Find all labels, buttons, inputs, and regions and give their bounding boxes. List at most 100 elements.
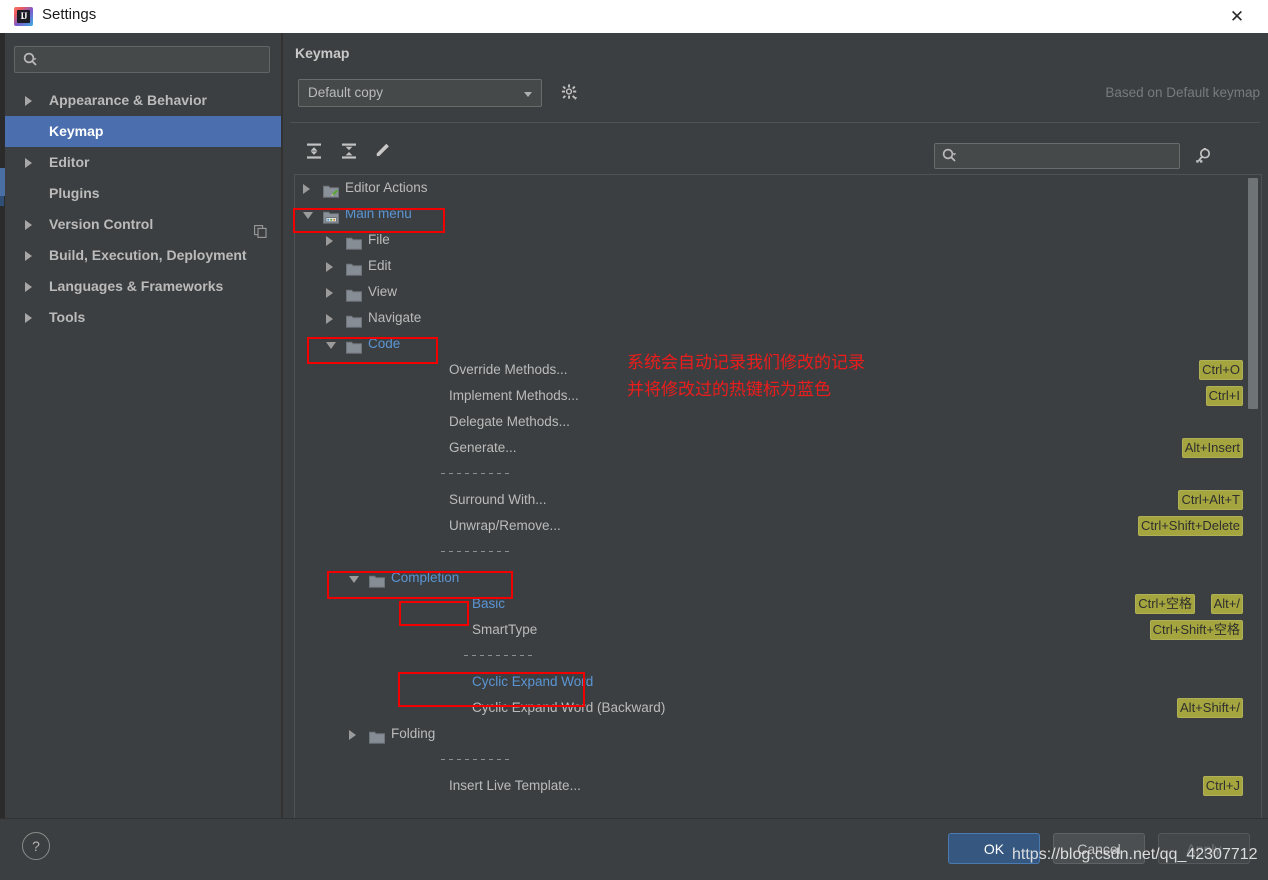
sidebar-item-editor[interactable]: Editor: [5, 147, 281, 178]
folder-icon: [346, 233, 362, 250]
tree-row-label: SmartType: [472, 622, 538, 637]
sidebar-item-plugins[interactable]: Plugins: [5, 178, 281, 209]
tree-row-label: Delegate Methods...: [449, 414, 570, 429]
sidebar-item-keymap[interactable]: Keymap: [5, 116, 281, 147]
watermark-text: https://blog.csdn.net/qq_42307712: [1012, 846, 1258, 863]
shortcut-badge[interactable]: Ctrl+空格: [1135, 594, 1195, 614]
tree-row[interactable]: Main menu: [295, 201, 1261, 227]
page-title: Keymap: [295, 45, 350, 61]
folder-icon: [346, 259, 362, 276]
expand-all-icon[interactable]: [300, 137, 328, 165]
sidebar-item-label: Version Control: [49, 216, 154, 232]
chevron-right-icon[interactable]: [25, 220, 32, 230]
sidebar-item-tools[interactable]: Tools: [5, 302, 281, 333]
separator-line: [464, 655, 536, 656]
tree-row[interactable]: Edit: [295, 253, 1261, 279]
sidebar-item-appearance-behavior[interactable]: Appearance & Behavior: [5, 85, 281, 116]
title-bar: IJ Settings ✕: [0, 0, 1268, 33]
folder-icon: [346, 285, 362, 302]
tree-separator: [295, 747, 1261, 773]
settings-window: IJ Settings ✕ Appearance & Behavior Keyma…: [0, 0, 1268, 880]
tree-row[interactable]: Folding: [295, 721, 1261, 747]
tree-row-label: Navigate: [368, 310, 422, 325]
shortcut-badge[interactable]: Alt+Insert: [1181, 438, 1243, 458]
shortcut-badge[interactable]: Ctrl+Shift+Delete: [1138, 516, 1243, 536]
tree-row[interactable]: Delegate Methods...: [295, 409, 1261, 435]
tree-row[interactable]: Generate... Alt+Insert: [295, 435, 1261, 461]
tree-row[interactable]: View: [295, 279, 1261, 305]
separator-line: [441, 551, 513, 552]
tree-row[interactable]: Insert Live Template... Ctrl+J: [295, 773, 1261, 799]
tree-row[interactable]: Surround With... Ctrl+Alt+T: [295, 487, 1261, 513]
tree-row[interactable]: SmartType Ctrl+Shift+空格: [295, 617, 1261, 643]
chevron-right-icon[interactable]: [25, 158, 32, 168]
find-shortcut-icon[interactable]: [1194, 146, 1214, 166]
shortcut-badge[interactable]: Alt+Shift+/: [1177, 698, 1243, 718]
shortcut-badge[interactable]: Ctrl+J: [1202, 776, 1243, 796]
chevron-down-icon[interactable]: [326, 342, 336, 349]
sidebar-item-label: Languages & Frameworks: [49, 278, 224, 294]
chevron-right-icon[interactable]: [303, 184, 310, 194]
sidebar-item-build-execution-deployment[interactable]: Build, Execution, Deployment: [5, 240, 281, 271]
tree-separator: [295, 643, 1261, 669]
tree-row-label: Surround With...: [449, 492, 547, 507]
sidebar-divider: [281, 33, 283, 818]
shortcut-badge[interactable]: Ctrl+O: [1199, 360, 1243, 380]
gear-icon[interactable]: [560, 83, 580, 103]
tree-row[interactable]: Cyclic Expand Word (Backward) Alt+Shift+/: [295, 695, 1261, 721]
tree-row[interactable]: File: [295, 227, 1261, 253]
tree-row[interactable]: Completion: [295, 565, 1261, 591]
folder-icon: [369, 727, 385, 744]
chevron-right-icon[interactable]: [349, 730, 356, 740]
collapse-all-icon[interactable]: [335, 137, 363, 165]
sidebar-item-label: Appearance & Behavior: [49, 92, 207, 108]
shortcut-badge-secondary[interactable]: Alt+/: [1210, 594, 1243, 614]
chevron-down-icon[interactable]: [349, 576, 359, 583]
sidebar-item-version-control[interactable]: Version Control: [5, 209, 281, 240]
tree-row[interactable]: Basic Ctrl+空格 Alt+/: [295, 591, 1261, 617]
tree-row-label: File: [368, 232, 390, 247]
edit-pencil-icon[interactable]: [368, 137, 396, 165]
sidebar-item-languages-frameworks[interactable]: Languages & Frameworks: [5, 271, 281, 302]
tree-scrollbar[interactable]: [1248, 178, 1258, 844]
chevron-down-icon[interactable]: [303, 212, 313, 219]
chevron-right-icon[interactable]: [25, 282, 32, 292]
close-icon[interactable]: ✕: [1214, 0, 1260, 33]
keymap-select[interactable]: Default copy: [298, 79, 542, 107]
settings-sidebar: Appearance & Behavior Keymap Editor Plugins…: [5, 33, 281, 818]
help-button[interactable]: ?: [22, 832, 50, 860]
folder-icon: [369, 571, 385, 588]
based-on-label: Based on Default keymap: [1105, 85, 1260, 100]
shortcut-badge[interactable]: Ctrl+Alt+T: [1178, 490, 1243, 510]
chevron-right-icon[interactable]: [326, 314, 333, 324]
copy-icon: [254, 218, 267, 238]
chevron-right-icon[interactable]: [326, 262, 333, 272]
window-title: Settings: [42, 6, 97, 23]
tree-row-label: Main menu: [345, 206, 412, 221]
search-icon: [941, 147, 959, 165]
sidebar-item-list: Appearance & Behavior Keymap Editor Plugins…: [5, 85, 281, 333]
tree-row[interactable]: Cyclic Expand Word: [295, 669, 1261, 695]
sidebar-search-input[interactable]: [14, 46, 270, 73]
annotation-line-2: 并将修改过的热键标为蓝色: [627, 380, 831, 400]
shortcut-badge[interactable]: Ctrl+Shift+空格: [1149, 620, 1243, 640]
tree-row[interactable]: Navigate: [295, 305, 1261, 331]
sidebar-item-label: Build, Execution, Deployment: [49, 247, 247, 263]
tree-row[interactable]: Editor Actions: [295, 175, 1261, 201]
keymap-search-input[interactable]: [934, 143, 1180, 169]
chevron-right-icon[interactable]: [25, 251, 32, 261]
tree-separator: [295, 461, 1261, 487]
tree-scrollbar-thumb[interactable]: [1248, 178, 1258, 409]
chevron-right-icon[interactable]: [326, 236, 333, 246]
tree-row-label: Completion: [391, 570, 460, 585]
tree-row-label: Implement Methods...: [449, 388, 579, 403]
chevron-right-icon[interactable]: [25, 96, 32, 106]
tree-row-label: Edit: [368, 258, 392, 273]
keymap-tree[interactable]: Editor Actions Main menu File Edit View Navig…: [294, 174, 1262, 846]
annotation-line-1: 系统会自动记录我们修改的记录: [627, 353, 865, 373]
shortcut-badge[interactable]: Ctrl+I: [1205, 386, 1243, 406]
chevron-right-icon[interactable]: [25, 313, 32, 323]
chevron-right-icon[interactable]: [326, 288, 333, 298]
tree-row[interactable]: Unwrap/Remove... Ctrl+Shift+Delete: [295, 513, 1261, 539]
panel-divider: [290, 122, 1260, 123]
